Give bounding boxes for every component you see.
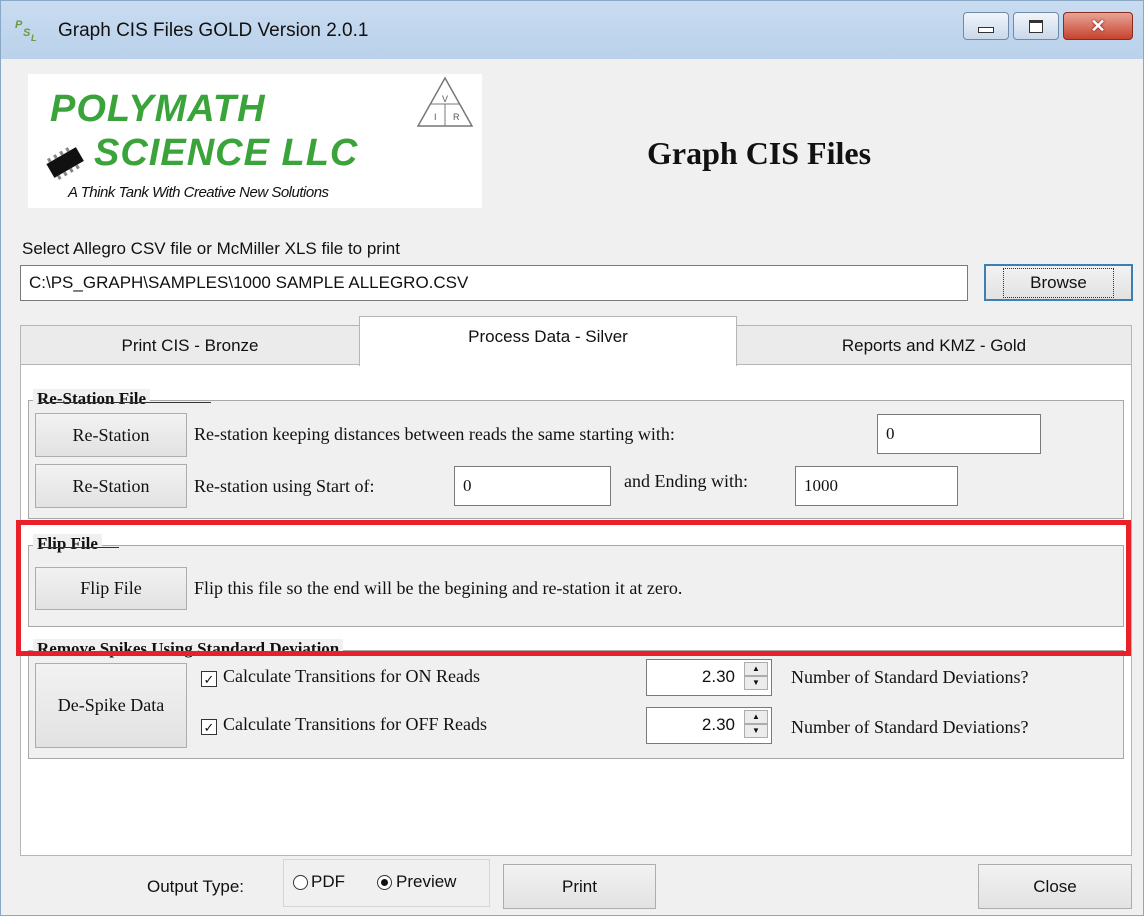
maximize-button[interactable] — [1013, 12, 1059, 40]
spin-up-icon[interactable]: ▲ — [744, 710, 768, 724]
file-path-input[interactable]: C:\PS_GRAPH\SAMPLES\1000 SAMPLE ALLEGRO.… — [20, 265, 968, 301]
flip-legend: Flip File — [33, 534, 102, 554]
restation-start-of-input[interactable]: 0 — [454, 466, 611, 506]
button-label: Re-Station — [72, 424, 150, 445]
calc-off-reads-checkbox[interactable]: ✓ — [201, 719, 217, 735]
preview-radio[interactable] — [377, 875, 392, 890]
logo-line1: POLYMATH — [50, 88, 266, 130]
app-logo-icon: P S L — [15, 19, 37, 43]
restation-keep-distances-button[interactable]: Re-Station — [35, 413, 187, 457]
logo-line2: SCIENCE LLC — [94, 132, 359, 174]
minimize-icon — [978, 27, 994, 33]
off-stddev-spinner[interactable]: 2.30 ▲ ▼ — [646, 707, 772, 744]
restation-ending-input[interactable]: 1000 — [795, 466, 958, 506]
input-value: 0 — [886, 424, 895, 443]
restation-legend-underline — [39, 402, 211, 403]
button-label: Print — [562, 876, 597, 896]
input-value: 1000 — [804, 476, 838, 495]
despike-data-button[interactable]: De-Spike Data — [35, 663, 187, 748]
browse-label: Browse — [1003, 267, 1114, 298]
tab-print-cis-bronze[interactable]: Print CIS - Bronze — [20, 325, 360, 365]
file-select-label: Select Allegro CSV file or McMiller XLS … — [22, 239, 400, 258]
despike-legend: Remove Spikes Using Standard Deviation — [33, 639, 344, 659]
input-value: 0 — [463, 476, 472, 495]
tab-panel-process-data: Re-Station File Re-Station Re-station ke… — [20, 364, 1132, 856]
restation-keep-distances-text: Re-station keeping distances between rea… — [194, 424, 675, 444]
triangle-letter-i: I — [434, 112, 437, 122]
tab-label: Print CIS - Bronze — [121, 335, 259, 355]
on-stddev-label: Number of Standard Deviations? — [791, 667, 1029, 687]
output-type-group: PDF Preview — [283, 859, 490, 907]
restation-ending-text: and Ending with: — [624, 471, 748, 491]
button-label: De-Spike Data — [57, 695, 165, 715]
restation-start-input[interactable]: 0 — [877, 414, 1041, 454]
preview-label: Preview — [396, 872, 457, 891]
button-label: Close — [1033, 876, 1077, 896]
spinner-arrows: ▲ ▼ — [744, 662, 768, 692]
spinner-arrows: ▲ ▼ — [744, 710, 768, 740]
browse-button[interactable]: Browse — [984, 264, 1133, 301]
app-icon: P S L — [14, 17, 44, 43]
button-label: Flip File — [80, 578, 142, 598]
tab-label: Reports and KMZ - Gold — [841, 335, 1027, 355]
off-stddev-label: Number of Standard Deviations? — [791, 717, 1029, 737]
close-window-button[interactable]: ✕ — [1063, 12, 1133, 40]
pdf-radio[interactable] — [293, 875, 308, 890]
tab-reports-kmz-gold[interactable]: Reports and KMZ - Gold — [736, 325, 1132, 365]
maximize-icon — [1029, 19, 1043, 33]
calc-off-reads-label: Calculate Transitions for OFF Reads — [223, 714, 487, 734]
spinner-value: 2.30 — [701, 715, 735, 734]
restation-legend: Re-Station File — [33, 389, 151, 409]
calc-on-reads-label: Calculate Transitions for ON Reads — [223, 666, 480, 686]
spin-up-icon[interactable]: ▲ — [744, 662, 768, 676]
flip-group: Flip File Flip File Flip this file so th… — [28, 534, 1124, 627]
restation-start-end-button[interactable]: Re-Station — [35, 464, 187, 508]
triangle-letter-r: R — [453, 112, 460, 122]
app-window: P S L Graph CIS Files GOLD Version 2.0.1… — [0, 0, 1144, 916]
print-button[interactable]: Print — [503, 864, 656, 909]
despike-legend-underline — [39, 652, 481, 653]
page-title: Graph CIS Files — [647, 135, 872, 171]
file-path-value: C:\PS_GRAPH\SAMPLES\1000 SAMPLE ALLEGRO.… — [29, 273, 469, 292]
svg-text:P: P — [15, 19, 23, 31]
tab-process-data-silver[interactable]: Process Data - Silver — [359, 316, 737, 366]
flip-legend-underline — [39, 547, 119, 548]
on-stddev-spinner[interactable]: 2.30 ▲ ▼ — [646, 659, 772, 696]
calc-on-reads-checkbox[interactable]: ✓ — [201, 671, 217, 687]
svg-text:S: S — [23, 27, 31, 39]
spinner-value: 2.30 — [701, 667, 735, 686]
tab-label: Process Data - Silver — [468, 326, 628, 346]
svg-text:L: L — [31, 33, 37, 43]
output-type-label: Output Type: — [147, 877, 245, 896]
pdf-label: PDF — [311, 872, 345, 891]
despike-group: Remove Spikes Using Standard Deviation D… — [28, 639, 1124, 759]
flip-file-text: Flip this file so the end will be the be… — [194, 578, 683, 598]
restation-group: Re-Station File Re-Station Re-station ke… — [28, 389, 1124, 519]
spin-down-icon[interactable]: ▼ — [744, 724, 768, 738]
company-logo: POLYMATH SCIENCE LLC V I R A Think Tank … — [28, 74, 482, 208]
window-title: Graph CIS Files GOLD Version 2.0.1 — [58, 20, 369, 41]
logo-tagline: A Think Tank With Creative New Solutions — [68, 184, 329, 201]
triangle-letter-v: V — [442, 94, 449, 104]
button-label: Re-Station — [72, 475, 150, 496]
flip-file-button[interactable]: Flip File — [35, 567, 187, 610]
minimize-button[interactable] — [963, 12, 1009, 40]
close-icon: ✕ — [1090, 15, 1106, 36]
close-button[interactable]: Close — [978, 864, 1132, 909]
restation-start-of-text: Re-station using Start of: — [194, 476, 375, 496]
spin-down-icon[interactable]: ▼ — [744, 676, 768, 690]
title-bar[interactable]: P S L Graph CIS Files GOLD Version 2.0.1… — [1, 1, 1143, 59]
chip-icon — [46, 147, 84, 180]
